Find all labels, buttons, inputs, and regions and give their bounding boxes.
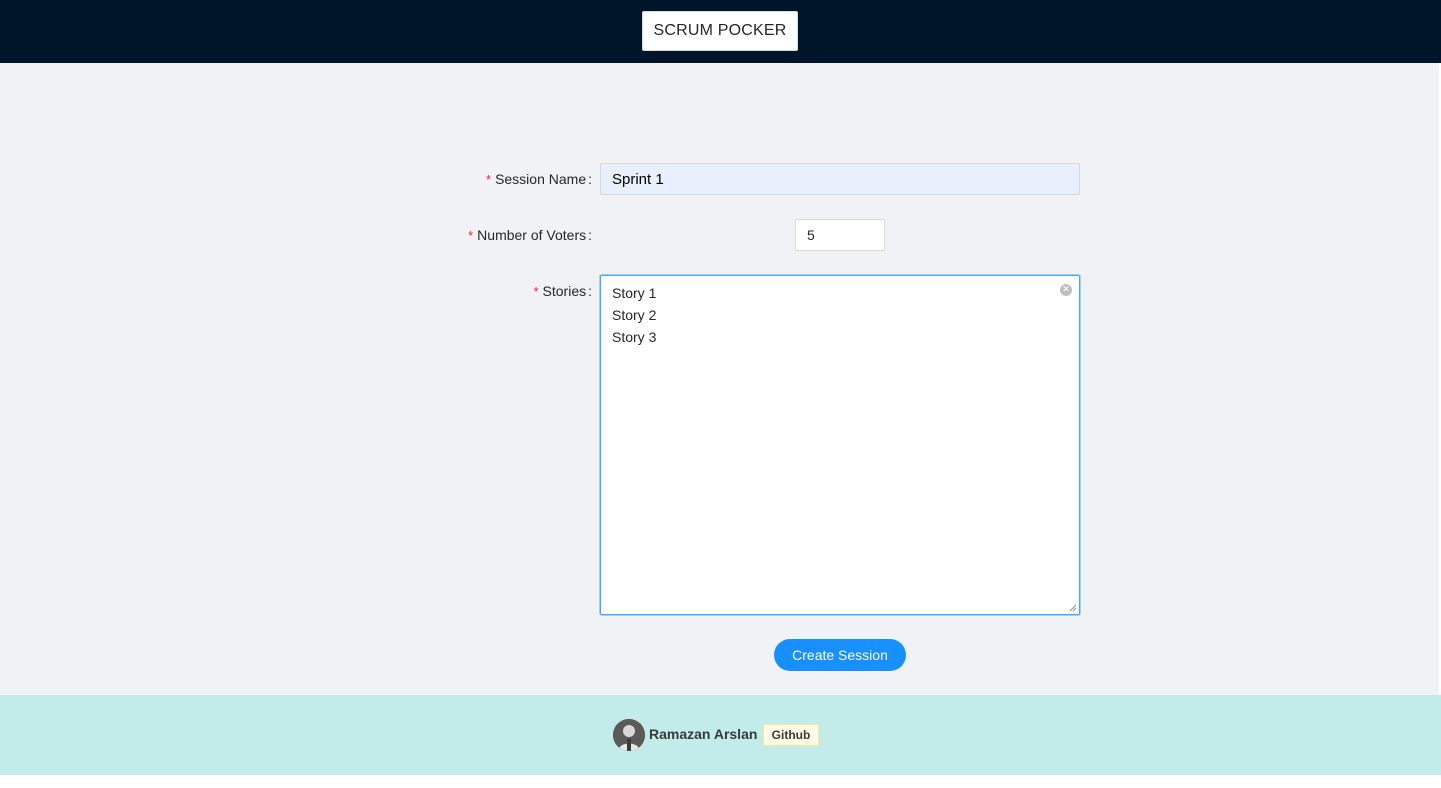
stories-text[interactable]: Story 1 Story 2 Story 3: [612, 282, 656, 348]
label-colon: :: [588, 227, 592, 243]
label-colon: :: [588, 283, 592, 299]
session-name-label: * Session Name:: [470, 169, 592, 190]
logo-button[interactable]: SCRUM POCKER: [642, 11, 798, 51]
session-name-label-text: Session Name: [495, 171, 587, 187]
avatar-photo-icon: [613, 719, 645, 751]
resize-handle-icon[interactable]: [1069, 604, 1077, 612]
stories-label-text: Stories: [542, 283, 587, 299]
stories-textarea[interactable]: Story 1 Story 2 Story 3 ✕: [600, 275, 1080, 615]
create-session-button[interactable]: Create Session: [774, 639, 906, 671]
github-link[interactable]: Github: [763, 724, 819, 746]
app-header: SCRUM POCKER: [0, 0, 1441, 63]
voters-input[interactable]: [795, 219, 885, 251]
stories-label: * Stories:: [500, 281, 592, 302]
author-name: Ramazan Arslan: [649, 726, 758, 742]
voters-label-text: Number of Voters: [477, 227, 587, 243]
avatar: [613, 719, 645, 751]
bottom-strip: [0, 775, 1441, 788]
close-circle-icon[interactable]: ✕: [1060, 284, 1072, 296]
voters-label: * Number of Voters:: [440, 225, 592, 246]
required-mark: *: [468, 228, 474, 243]
required-mark: *: [533, 284, 539, 299]
session-name-input[interactable]: [600, 163, 1080, 195]
label-colon: :: [588, 171, 592, 187]
required-mark: *: [486, 172, 492, 187]
